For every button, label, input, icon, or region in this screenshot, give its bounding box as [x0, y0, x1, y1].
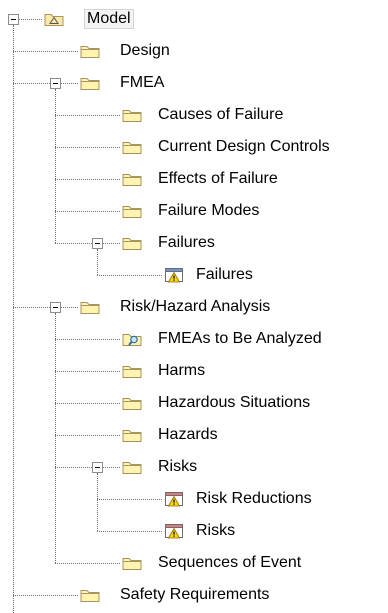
tree-guide-line	[55, 89, 56, 243]
tree-connector	[55, 339, 120, 340]
tree-connector	[13, 595, 78, 596]
tree-node-design[interactable]: Design	[80, 36, 388, 66]
tree-node-label: Risks	[158, 458, 198, 475]
tree-connector	[55, 179, 120, 180]
tree-guide-line	[55, 313, 56, 563]
folder-icon	[80, 75, 100, 91]
tree-connector	[55, 243, 120, 244]
tree-node-label: Model	[84, 9, 134, 29]
folder-icon	[80, 43, 100, 59]
warning-table-icon-red	[164, 523, 184, 539]
tree-node-label: Sequences of Event	[158, 554, 302, 571]
folder-icon	[122, 139, 142, 155]
tree-connector	[19, 19, 42, 20]
tree-node-effects-of-failure[interactable]: Effects of Failure	[122, 164, 388, 194]
collapse-toggle-risks-folder[interactable]	[92, 462, 103, 473]
folder-icon	[122, 555, 142, 571]
tree-node-label: FMEAs to Be Analyzed	[158, 330, 322, 347]
tree-node-failures-table[interactable]: Failures	[164, 260, 388, 290]
tree-connector	[13, 307, 78, 308]
tree-node-label: Failure Modes	[158, 202, 260, 219]
folder-icon	[80, 587, 100, 603]
collapse-toggle-failures-folder[interactable]	[92, 238, 103, 249]
folder-icon	[122, 427, 142, 443]
tree-connector	[55, 403, 120, 404]
tree-node-fmea[interactable]: FMEA	[80, 68, 388, 98]
tree-node-label: Harms	[158, 362, 206, 379]
tree-node-current-design-controls[interactable]: Current Design Controls	[122, 132, 388, 162]
collapse-toggle-risk-hazard-analysis[interactable]	[50, 302, 61, 313]
tree-guide-line	[97, 249, 98, 275]
tree-connector	[13, 83, 78, 84]
tree-node-label: Hazardous Situations	[158, 394, 311, 411]
folder-icon	[122, 363, 142, 379]
tree-node-label: Causes of Failure	[158, 106, 284, 123]
tree-node-label: Failures	[196, 266, 253, 283]
tree-node-causes-of-failure[interactable]: Causes of Failure	[122, 100, 388, 130]
folder-icon	[80, 299, 100, 315]
tree-node-label: Design	[120, 42, 170, 59]
tree-node-label: Safety Requirements	[120, 586, 270, 603]
tree-node-risk-hazard-analysis[interactable]: Risk/Hazard Analysis	[80, 292, 388, 322]
tree-node-risks-table[interactable]: Risks	[164, 516, 388, 546]
folder-icon	[122, 235, 142, 251]
tree-node-failures-folder[interactable]: Failures	[122, 228, 388, 258]
tree-node-harms[interactable]: Harms	[122, 356, 388, 386]
tree-node-label: Effects of Failure	[158, 170, 278, 187]
search-query-icon	[122, 331, 142, 347]
tree-node-label: Hazards	[158, 426, 218, 443]
folder-icon	[122, 171, 142, 187]
tree-node-risks-folder[interactable]: Risks	[122, 452, 388, 482]
tree-connector	[55, 147, 120, 148]
tree-node-label: Risk Reductions	[196, 490, 312, 507]
collapse-toggle-model[interactable]	[8, 14, 19, 25]
tree-node-label: Failures	[158, 234, 215, 251]
tree-connector	[97, 531, 162, 532]
warning-table-icon-blue	[164, 267, 184, 283]
tree-connector	[55, 563, 120, 564]
tree-node-model[interactable]: Model	[44, 4, 388, 34]
tree-connector	[13, 51, 78, 52]
tree-guide-line	[97, 473, 98, 531]
tree-node-safety-requirements[interactable]: Safety Requirements	[80, 580, 388, 610]
tree-connector	[55, 115, 120, 116]
model-tree: Model Design FMEA Causes of Failure Current …	[0, 0, 388, 613]
tree-connector	[55, 467, 120, 468]
warning-table-icon-red	[164, 491, 184, 507]
tree-node-label: FMEA	[120, 74, 165, 91]
tree-node-failure-modes[interactable]: Failure Modes	[122, 196, 388, 226]
tree-node-hazards[interactable]: Hazards	[122, 420, 388, 450]
tree-node-label: Risks	[196, 522, 236, 539]
tree-connector	[97, 499, 162, 500]
collapse-toggle-fmea[interactable]	[50, 78, 61, 89]
folder-icon	[122, 459, 142, 475]
tree-node-label: Risk/Hazard Analysis	[120, 298, 271, 315]
tree-connector	[97, 275, 162, 276]
tree-node-risk-reductions[interactable]: Risk Reductions	[164, 484, 388, 514]
tree-node-label: Current Design Controls	[158, 138, 330, 155]
tree-node-hazardous-situations[interactable]: Hazardous Situations	[122, 388, 388, 418]
tree-connector	[55, 435, 120, 436]
folder-icon	[122, 203, 142, 219]
tree-node-fmeas-to-be-analyzed[interactable]: FMEAs to Be Analyzed	[122, 324, 388, 354]
tree-node-sequences-of-event[interactable]: Sequences of Event	[122, 548, 388, 578]
package-icon	[44, 11, 64, 27]
tree-connector	[55, 371, 120, 372]
tree-guide-line	[13, 25, 14, 613]
folder-icon	[122, 107, 142, 123]
folder-icon	[122, 395, 142, 411]
tree-connector	[55, 211, 120, 212]
